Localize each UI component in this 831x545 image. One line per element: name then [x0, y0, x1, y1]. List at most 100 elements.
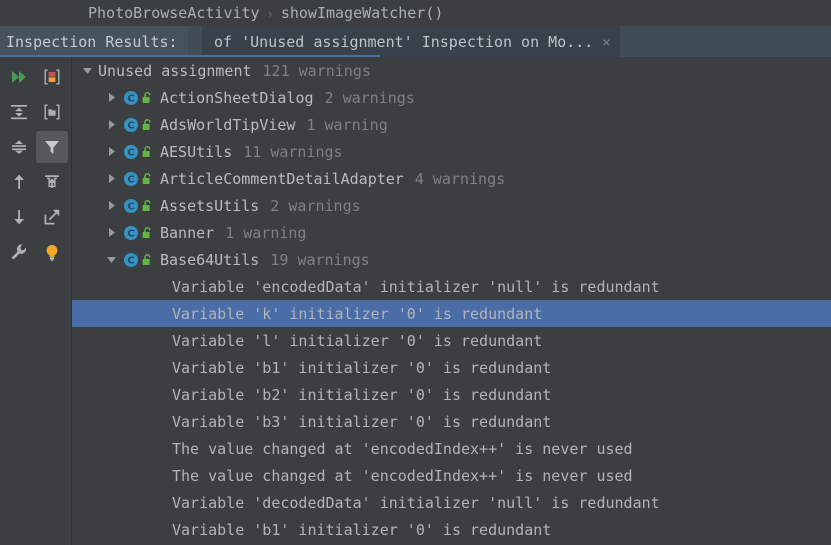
tree-row-warning-count: 1 warning: [306, 115, 388, 134]
settings-wrench-icon[interactable]: [3, 236, 35, 268]
svg-text:C: C: [127, 120, 134, 131]
chevron-right-icon[interactable]: [100, 92, 122, 103]
java-class-icon: C: [122, 143, 139, 160]
tree-problem-row[interactable]: The value changed at 'encodedIndex++' is…: [72, 462, 831, 489]
tree-group-row[interactable]: C AdsWorldTipView 1 warning: [72, 111, 831, 138]
inspection-results-window: PhotoBrowseActivity › showImageWatcher()…: [0, 0, 831, 545]
tree-problem-row[interactable]: Variable 'k' initializer '0' is redundan…: [72, 300, 831, 327]
toolbar-column-right: [36, 61, 68, 271]
tree-row-label: ActionSheetDialog: [160, 88, 314, 107]
tab-inspection-result[interactable]: of 'Unused assignment' Inspection on Mo.…: [202, 26, 620, 57]
tree-row-label: AESUtils: [160, 142, 233, 161]
collapse-all-icon[interactable]: [3, 131, 35, 163]
filter-icon[interactable]: [36, 131, 68, 163]
tree-problem-row[interactable]: Variable 'b1' initializer '0' is redunda…: [72, 354, 831, 381]
chevron-right-icon[interactable]: [100, 119, 122, 130]
breadcrumb-item-method[interactable]: showImageWatcher(): [281, 4, 444, 22]
tree-row-label: The value changed at 'encodedIndex++' is…: [172, 439, 633, 458]
tree-problem-row[interactable]: Variable 'l' initializer '0' is redundan…: [72, 327, 831, 354]
svg-text:C: C: [127, 255, 134, 266]
java-class-icon: C: [122, 116, 139, 133]
tree-row-label: Variable 'decodedData' initializer 'null…: [172, 493, 660, 512]
unlocked-padlock-icon: [140, 225, 155, 240]
previous-occurrence-icon[interactable]: [3, 166, 35, 198]
chevron-right-icon[interactable]: [100, 146, 122, 157]
tree-group-row[interactable]: C AESUtils 11 warnings: [72, 138, 831, 165]
tree-row-label: Banner: [160, 223, 215, 242]
svg-text:C: C: [127, 174, 134, 185]
chevron-right-icon[interactable]: [100, 173, 122, 184]
tree-group-row[interactable]: C ActionSheetDialog 2 warnings: [72, 84, 831, 111]
chevron-right-icon[interactable]: [100, 227, 122, 238]
unlocked-padlock-icon: [140, 171, 155, 186]
unlocked-padlock-icon: [140, 117, 155, 132]
java-class-icon: C: [122, 224, 139, 241]
close-icon[interactable]: ×: [602, 36, 610, 50]
tree-row-label: AdsWorldTipView: [160, 115, 296, 134]
tree-row-label: Variable 'l' initializer '0' is redundan…: [172, 331, 543, 350]
svg-text:C: C: [127, 93, 134, 104]
inspection-results-label: Inspection Results:: [0, 26, 188, 57]
svg-text:C: C: [127, 147, 134, 158]
export-to-editor-icon[interactable]: [36, 166, 68, 198]
java-class-icon: C: [122, 197, 139, 214]
tree-row-label: AssetsUtils: [160, 196, 260, 215]
unlocked-padlock-icon: [140, 198, 155, 213]
tree-group-row[interactable]: C Banner 1 warning: [72, 219, 831, 246]
tree-row-label: Variable 'b3' initializer '0' is redunda…: [172, 412, 552, 431]
chevron-down-icon[interactable]: [76, 65, 98, 76]
tree-row-label: Variable 'b2' initializer '0' is redunda…: [172, 385, 552, 404]
inspection-results-tree[interactable]: Unused assignment 121 warnings C ActionShee…: [72, 57, 831, 545]
breadcrumb-item-class[interactable]: PhotoBrowseActivity: [88, 4, 260, 22]
tree-row-label: Variable 'b1' initializer '0' is redunda…: [172, 358, 552, 377]
export-icon[interactable]: [36, 201, 68, 233]
tree-problem-row[interactable]: Variable 'encodedData' initializer 'null…: [72, 273, 831, 300]
svg-text:C: C: [127, 201, 134, 212]
tree-problem-row[interactable]: Variable 'b3' initializer '0' is redunda…: [72, 408, 831, 435]
tree-row-label: Variable 'k' initializer '0' is redundan…: [172, 304, 543, 323]
tree-row-warning-count: 4 warnings: [414, 169, 506, 188]
quick-fix-bulb-icon[interactable]: [36, 236, 68, 268]
tree-group-row[interactable]: C ArticleCommentDetailAdapter 4 warnings: [72, 165, 831, 192]
tree-row-warning-count: 11 warnings: [243, 142, 343, 161]
group-by-directory-icon[interactable]: [36, 96, 68, 128]
unlocked-padlock-icon: [140, 90, 155, 105]
java-class-icon: C: [122, 251, 139, 268]
chevron-down-icon[interactable]: [100, 254, 122, 265]
tree-row-warning-count: 2 warnings: [270, 196, 361, 215]
tab-inspection-result-label: of 'Unused assignment' Inspection on Mo.…: [214, 32, 594, 51]
tree-row-label: Unused assignment: [98, 61, 252, 80]
chevron-right-icon: ›: [266, 7, 274, 21]
java-class-icon: C: [122, 89, 139, 106]
tree-group-row[interactable]: C AssetsUtils 2 warnings: [72, 192, 831, 219]
tab-bar: Inspection Results: of 'Unused assignmen…: [0, 26, 831, 57]
group-by-severity-icon[interactable]: [36, 61, 68, 93]
next-occurrence-icon[interactable]: [3, 201, 35, 233]
tree-row-label: Variable 'b1' initializer '0' is redunda…: [172, 520, 552, 539]
tree-row-warning-count: 19 warnings: [270, 250, 370, 269]
tree-row-label: ArticleCommentDetailAdapter: [160, 169, 404, 188]
expand-all-icon[interactable]: [3, 96, 35, 128]
svg-text:C: C: [127, 228, 134, 239]
tree-row-label: Base64Utils: [160, 250, 260, 269]
tree-row-warning-count: 2 warnings: [324, 88, 415, 107]
toolbar-column-left: [3, 61, 35, 271]
breadcrumb: PhotoBrowseActivity › showImageWatcher(): [0, 0, 831, 26]
tree-problem-row[interactable]: Variable 'b1' initializer '0' is redunda…: [72, 516, 831, 543]
inspection-results-label-text: Inspection Results:: [6, 32, 178, 51]
tree-row-warning-count: 121 warnings: [262, 61, 371, 80]
tree-group-row[interactable]: C Base64Utils 19 warnings: [72, 246, 831, 273]
unlocked-padlock-icon: [140, 144, 155, 159]
inspection-toolbar: [0, 57, 71, 545]
rerun-inspection-icon[interactable]: [3, 61, 35, 93]
tree-problem-row[interactable]: Variable 'decodedData' initializer 'null…: [72, 489, 831, 516]
java-class-icon: C: [122, 170, 139, 187]
tree-problem-row[interactable]: Variable 'b2' initializer '0' is redunda…: [72, 381, 831, 408]
tree-row-warning-count: 1 warning: [225, 223, 307, 242]
unlocked-padlock-icon: [140, 252, 155, 267]
tree-row-label: Variable 'encodedData' initializer 'null…: [172, 277, 660, 296]
tree-row-label: The value changed at 'encodedIndex++' is…: [172, 466, 633, 485]
tree-problem-row[interactable]: The value changed at 'encodedIndex++' is…: [72, 435, 831, 462]
chevron-right-icon[interactable]: [100, 200, 122, 211]
tree-group-row[interactable]: Unused assignment 121 warnings: [72, 57, 831, 84]
